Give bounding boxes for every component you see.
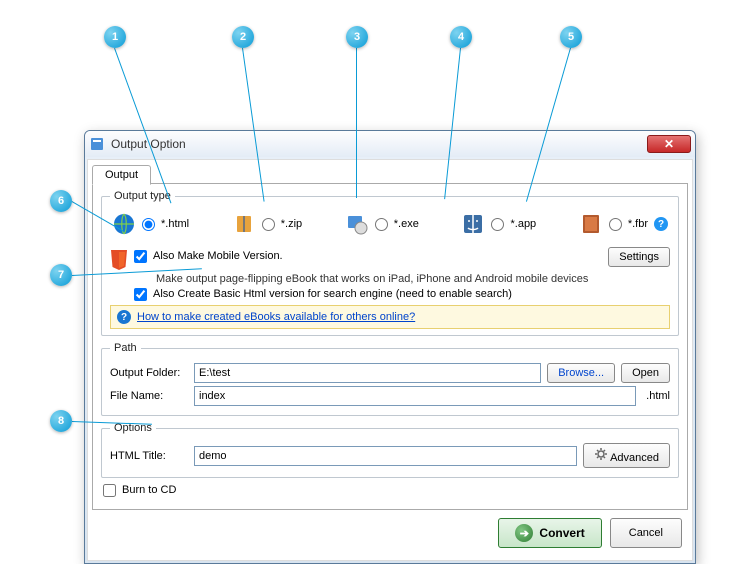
browse-button[interactable]: Browse... <box>547 363 615 383</box>
output-folder-label: Output Folder: <box>110 367 188 379</box>
checkbox-mobile[interactable] <box>134 250 147 263</box>
open-button[interactable]: Open <box>621 363 670 383</box>
html5-icon <box>110 250 128 270</box>
callout-3: 3 <box>346 26 368 48</box>
radio-fbr[interactable] <box>609 218 622 231</box>
radio-zip[interactable] <box>262 218 275 231</box>
radio-app[interactable] <box>491 218 504 231</box>
advanced-button[interactable]: Advanced <box>583 443 670 468</box>
label-zip: *.zip <box>281 218 302 230</box>
path-group: Path Output Folder: Browse... Open File … <box>101 342 679 416</box>
radio-html[interactable] <box>142 218 155 231</box>
titlebar: Output Option ✕ <box>85 131 695 157</box>
label-exe: *.exe <box>394 218 419 230</box>
app-icon <box>89 136 105 152</box>
radio-exe[interactable] <box>375 218 388 231</box>
callout-5: 5 <box>560 26 582 48</box>
label-app: *.app <box>510 218 536 230</box>
output-type-group: Output type *.html *.zip <box>101 190 679 336</box>
desc-mobile: Make output page-flipping eBook that wor… <box>156 273 602 285</box>
app-finder-icon <box>461 212 485 236</box>
callout-7: 7 <box>50 264 72 286</box>
tab-output[interactable]: Output <box>92 165 151 185</box>
info-icon: ? <box>117 310 131 324</box>
label-html: *.html <box>161 218 189 230</box>
window-title: Output Option <box>111 137 647 151</box>
callout-4: 4 <box>450 26 472 48</box>
fbr-book-icon <box>579 212 603 236</box>
cancel-button[interactable]: Cancel <box>610 518 682 548</box>
info-link[interactable]: How to make created eBooks available for… <box>137 311 415 323</box>
label-burn-cd: Burn to CD <box>122 484 176 496</box>
callout-8: 8 <box>50 410 72 432</box>
tab-body: Output type *.html *.zip <box>92 183 688 510</box>
dialog-buttons: ➔ Convert Cancel <box>92 510 688 556</box>
settings-button[interactable]: Settings <box>608 247 670 267</box>
output-folder-input[interactable] <box>194 363 541 383</box>
path-legend: Path <box>110 342 141 354</box>
callout-2: 2 <box>232 26 254 48</box>
close-button[interactable]: ✕ <box>647 135 691 153</box>
dialog-window: Output Option ✕ Output Output type *.htm… <box>84 130 696 564</box>
type-zip: *.zip <box>232 212 302 236</box>
client-area: Output Output type *.html *.zip <box>87 159 693 561</box>
zip-icon <box>232 212 256 236</box>
exe-icon <box>345 212 369 236</box>
globe-icon <box>112 212 136 236</box>
output-type-legend: Output type <box>110 190 175 202</box>
html-title-input[interactable] <box>194 446 577 466</box>
tabstrip: Output <box>92 164 688 184</box>
file-ext-label: .html <box>646 390 670 402</box>
file-name-label: File Name: <box>110 390 188 402</box>
convert-button[interactable]: ➔ Convert <box>498 518 601 548</box>
callout-1: 1 <box>104 26 126 48</box>
convert-arrow-icon: ➔ <box>515 524 533 542</box>
callout-6: 6 <box>50 190 72 212</box>
checkbox-burn-cd[interactable] <box>103 484 116 497</box>
label-mobile: Also Make Mobile Version. <box>153 250 283 262</box>
type-app: *.app <box>461 212 536 236</box>
type-exe: *.exe <box>345 212 419 236</box>
html-title-label: HTML Title: <box>110 450 188 462</box>
file-name-input[interactable] <box>194 386 636 406</box>
label-basic-html: Also Create Basic Html version for searc… <box>153 288 512 300</box>
gear-icon <box>594 447 608 461</box>
checkbox-basic-html[interactable] <box>134 288 147 301</box>
infobar: ? How to make created eBooks available f… <box>110 305 670 329</box>
type-fbr: *.fbr <box>579 212 648 236</box>
label-fbr: *.fbr <box>628 218 648 230</box>
type-html: *.html <box>112 212 189 236</box>
help-icon[interactable]: ? <box>654 217 668 231</box>
options-group: Options HTML Title: Advanced <box>101 422 679 478</box>
